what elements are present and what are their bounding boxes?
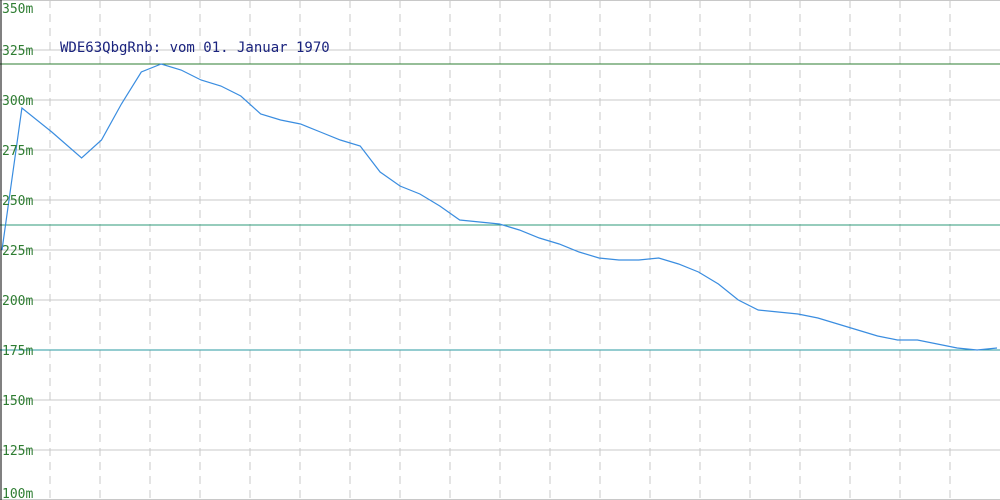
y-tick-label: 100m	[2, 487, 33, 500]
y-tick-label: 225m	[2, 244, 33, 259]
chart-container: 350m 325m 300m 275m 250m 225m 200m 175m 150m 125m…	[0, 0, 1000, 500]
grid	[0, 0, 1000, 500]
y-tick-label: 350m	[2, 2, 33, 17]
chart-title: WDE63QbgRnb: vom 01. Januar 1970	[60, 40, 330, 56]
line-chart: 350m 325m 300m 275m 250m 225m 200m 175m 150m 125m…	[0, 0, 1000, 500]
y-tick-label: 200m	[2, 294, 33, 309]
y-tick-label: 250m	[2, 194, 33, 209]
y-tick-label: 150m	[2, 394, 33, 409]
y-tick-label: 175m	[2, 344, 33, 359]
y-tick-label: 325m	[2, 44, 33, 59]
y-tick-label: 125m	[2, 444, 33, 459]
y-tick-label: 300m	[2, 94, 33, 109]
y-tick-label: 275m	[2, 144, 33, 159]
